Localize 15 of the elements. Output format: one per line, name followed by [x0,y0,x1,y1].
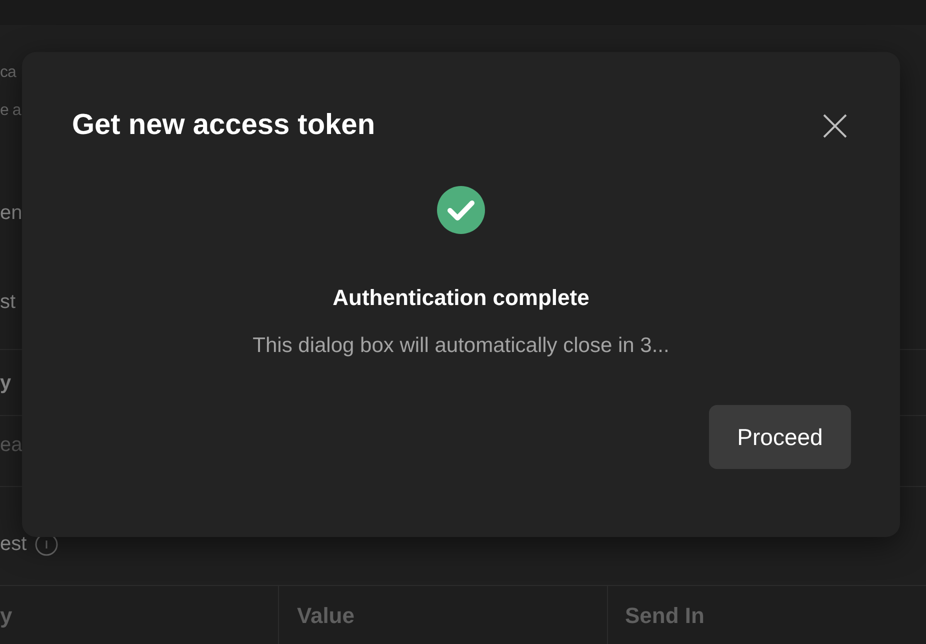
dialog-title: Get new access token [72,108,376,143]
success-check-icon [436,184,486,234]
background-text: ca [0,63,16,83]
status-message: This dialog box will automatically close in 3... [252,332,670,358]
status-heading: Authentication complete [332,284,590,312]
background-text: st [0,291,16,314]
column-header: Value [278,586,607,644]
column-header: y [0,602,14,630]
background-text: est [0,533,27,556]
background-text: ea [0,434,22,457]
background-text: e a [0,101,21,121]
background-text: en [0,202,22,225]
background-text: y [0,372,12,395]
proceed-button[interactable]: Proceed [709,405,851,469]
column-header: Send In [607,586,926,644]
